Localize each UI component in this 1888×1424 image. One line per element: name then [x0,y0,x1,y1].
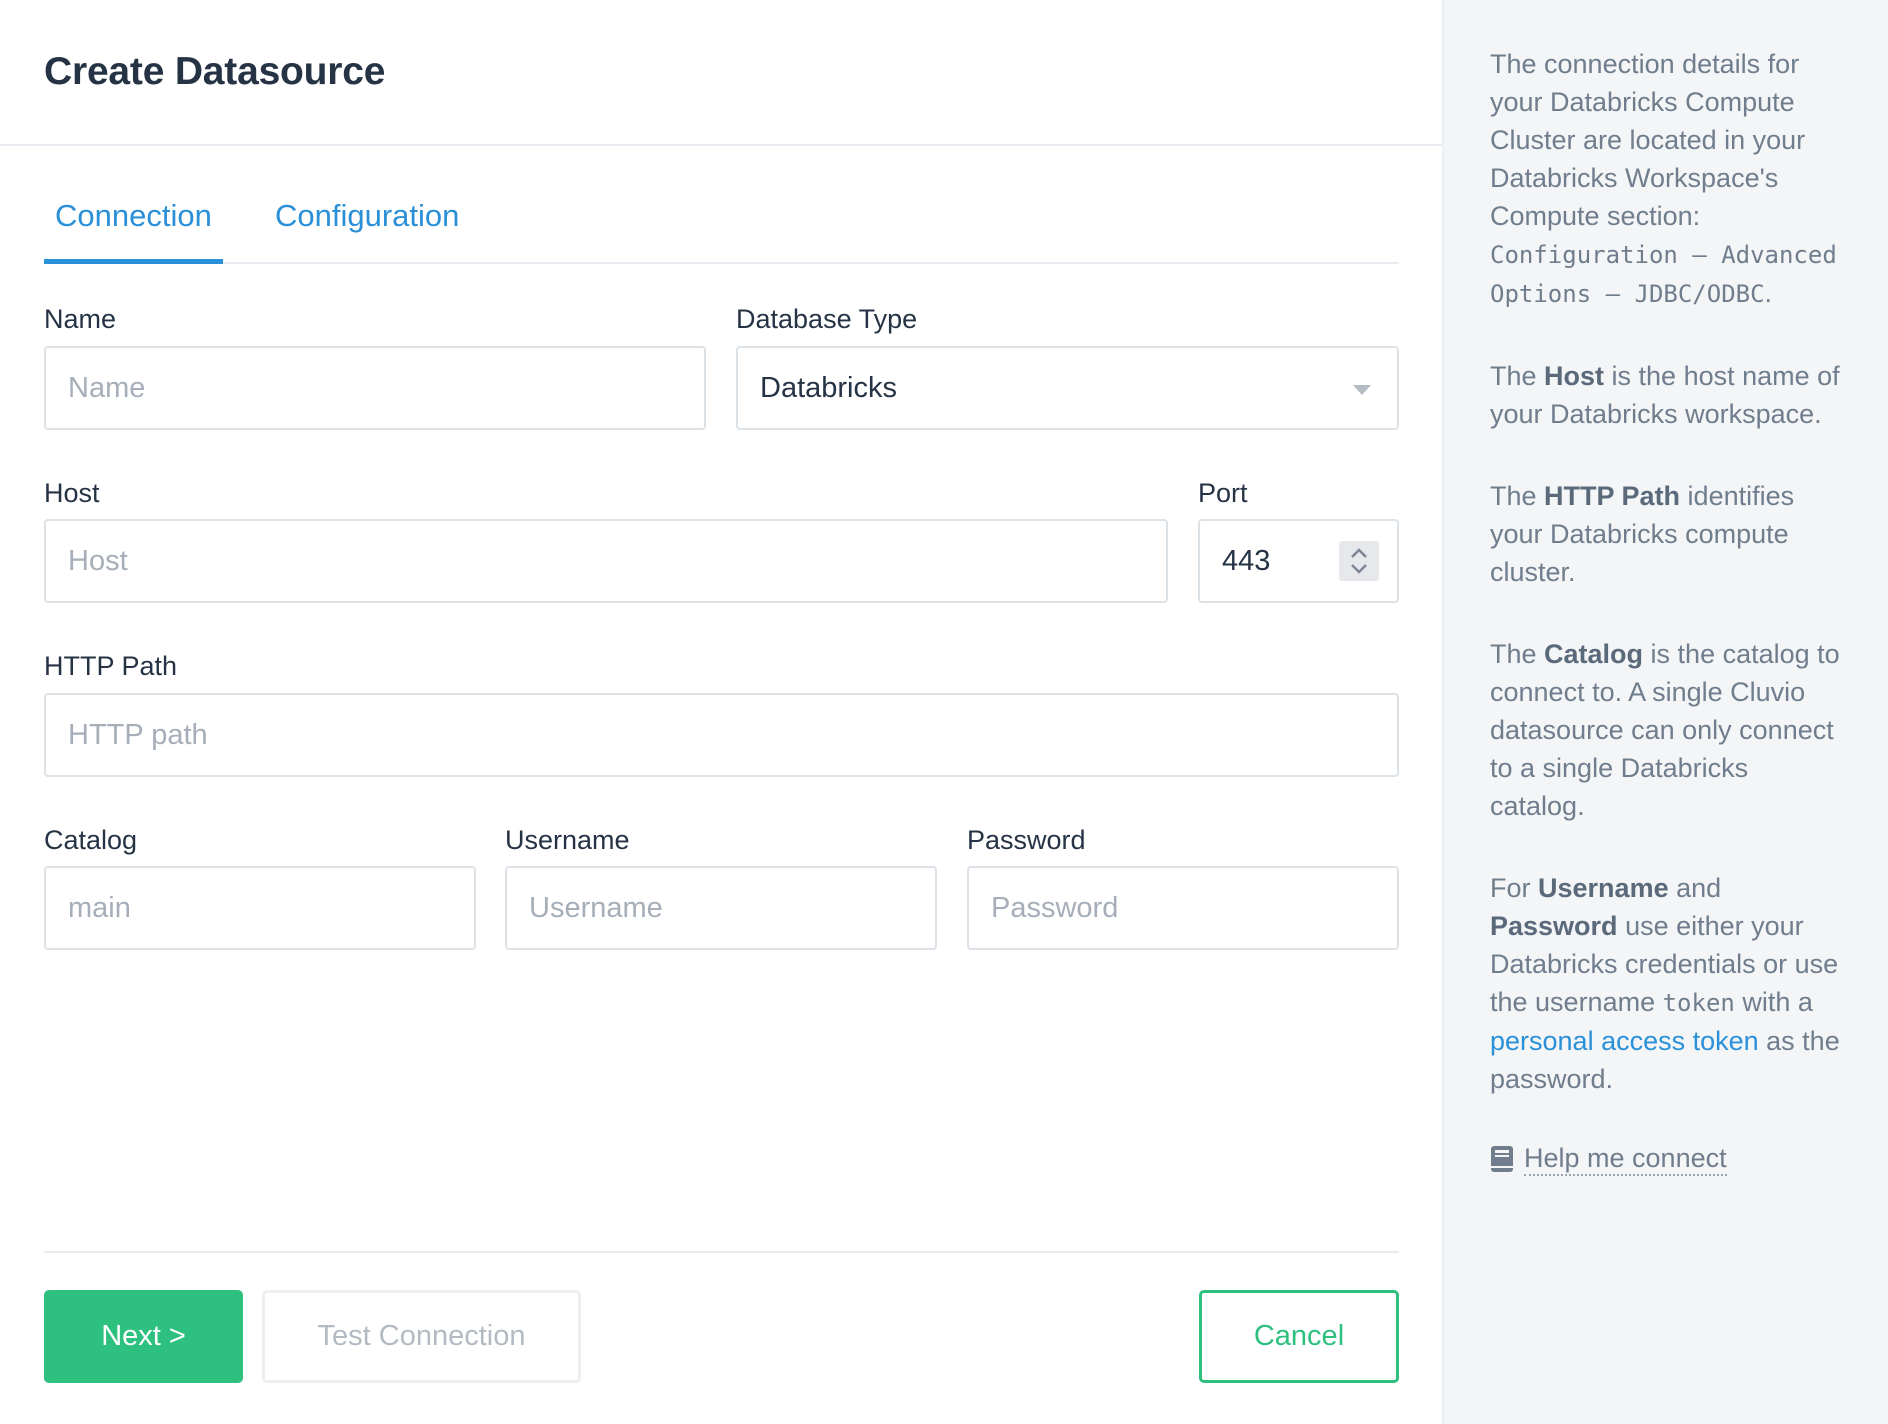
help-text: and [1668,873,1722,903]
test-connection-button[interactable]: Test Connection [262,1290,581,1383]
help-text: The [1490,481,1545,511]
help-text: The [1490,639,1545,669]
help-bold: Host [1544,361,1605,391]
number-stepper[interactable] [1339,541,1379,581]
personal-access-token-link[interactable]: personal access token [1490,1026,1759,1056]
database-type-label: Database Type [736,304,918,334]
catalog-input[interactable] [68,868,452,948]
help-bold: Password [1490,911,1618,941]
next-button[interactable]: Next > [44,1290,243,1383]
footer-divider [44,1251,1399,1253]
caret-down-icon [1353,385,1371,395]
tab-configuration[interactable]: Configuration [275,198,459,234]
catalog-label: Catalog [44,825,138,855]
help-paragraph-http-path: The HTTP Path identifies your Databricks… [1490,477,1848,591]
help-me-connect-link[interactable]: Help me connect [1490,1142,1727,1176]
http-path-input[interactable] [68,695,1375,775]
header: Create Datasource [0,0,1442,146]
cancel-button[interactable]: Cancel [1199,1290,1399,1383]
help-bold: Username [1538,873,1669,903]
form-content: Connection Configuration Name Database T… [44,146,1399,1383]
help-bold: HTTP Path [1544,481,1681,511]
name-label: Name [44,304,117,334]
http-path-label: HTTP Path [44,651,178,681]
create-datasource-page: Create Datasource Connection Configurati… [0,0,1888,1424]
help-text: The connection details for your Databric… [1490,49,1806,231]
catalog-field[interactable] [44,866,476,950]
help-text: For [1490,873,1539,903]
name-field[interactable] [44,346,706,430]
help-code: token [1662,989,1735,1017]
port-field[interactable] [1198,519,1399,603]
host-input[interactable] [68,521,1144,601]
http-path-field[interactable] [44,693,1399,777]
help-paragraph-location: The connection details for your Databric… [1490,45,1848,313]
help-paragraph-catalog: The Catalog is the catalog to connect to… [1490,635,1848,825]
help-bold: Catalog [1544,639,1644,669]
stepper-arrows-icon [1351,548,1367,574]
help-paragraph-host: The Host is the host name of your Databr… [1490,357,1848,433]
tab-bar: Connection Configuration [44,146,1399,264]
username-field[interactable] [505,866,937,950]
password-label: Password [967,825,1086,855]
help-code: Configuration – Advanced Options – JDBC/… [1490,241,1837,308]
help-panel: The connection details for your Databric… [1442,0,1888,1424]
tab-connection[interactable]: Connection [55,198,212,234]
username-input[interactable] [529,868,913,948]
port-label: Port [1198,478,1248,508]
database-type-select[interactable]: Databricks [736,346,1399,430]
page-title: Create Datasource [44,50,386,93]
name-input[interactable] [68,348,682,428]
help-text: The [1490,361,1545,391]
username-label: Username [505,825,630,855]
help-text: with a [1734,987,1813,1017]
host-label: Host [44,478,100,508]
password-input[interactable] [991,868,1375,948]
help-paragraph-credentials: For Username and Password use either you… [1490,869,1848,1098]
database-type-value: Databricks [760,371,897,404]
book-icon [1491,1146,1513,1172]
password-field[interactable] [967,866,1399,950]
main-panel: Create Datasource Connection Configurati… [0,0,1442,1424]
help-text: . [1764,278,1773,308]
host-field[interactable] [44,519,1168,603]
active-tab-indicator [44,259,223,264]
help-me-connect-label: Help me connect [1524,1142,1727,1176]
